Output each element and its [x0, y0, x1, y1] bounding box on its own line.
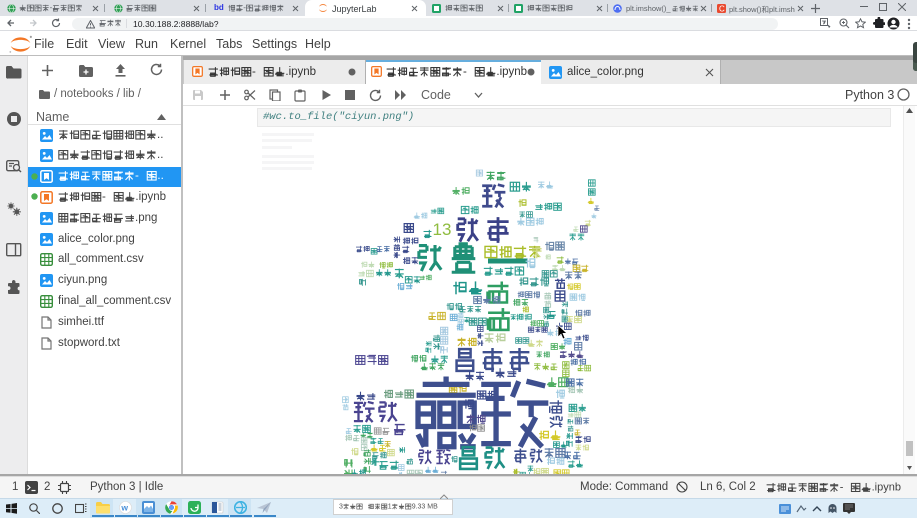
svg-text:.ipynb: .ipynb — [872, 481, 901, 493]
svg-text:3: 3 — [339, 504, 343, 511]
svg-text:-: - — [840, 481, 844, 493]
svg-text:3: 3 — [442, 220, 451, 239]
svg-text:1: 1 — [388, 504, 392, 511]
svg-text:w: w — [120, 503, 128, 513]
svg-text:9.33 MB: 9.33 MB — [412, 504, 438, 511]
svg-text:1: 1 — [433, 220, 442, 239]
